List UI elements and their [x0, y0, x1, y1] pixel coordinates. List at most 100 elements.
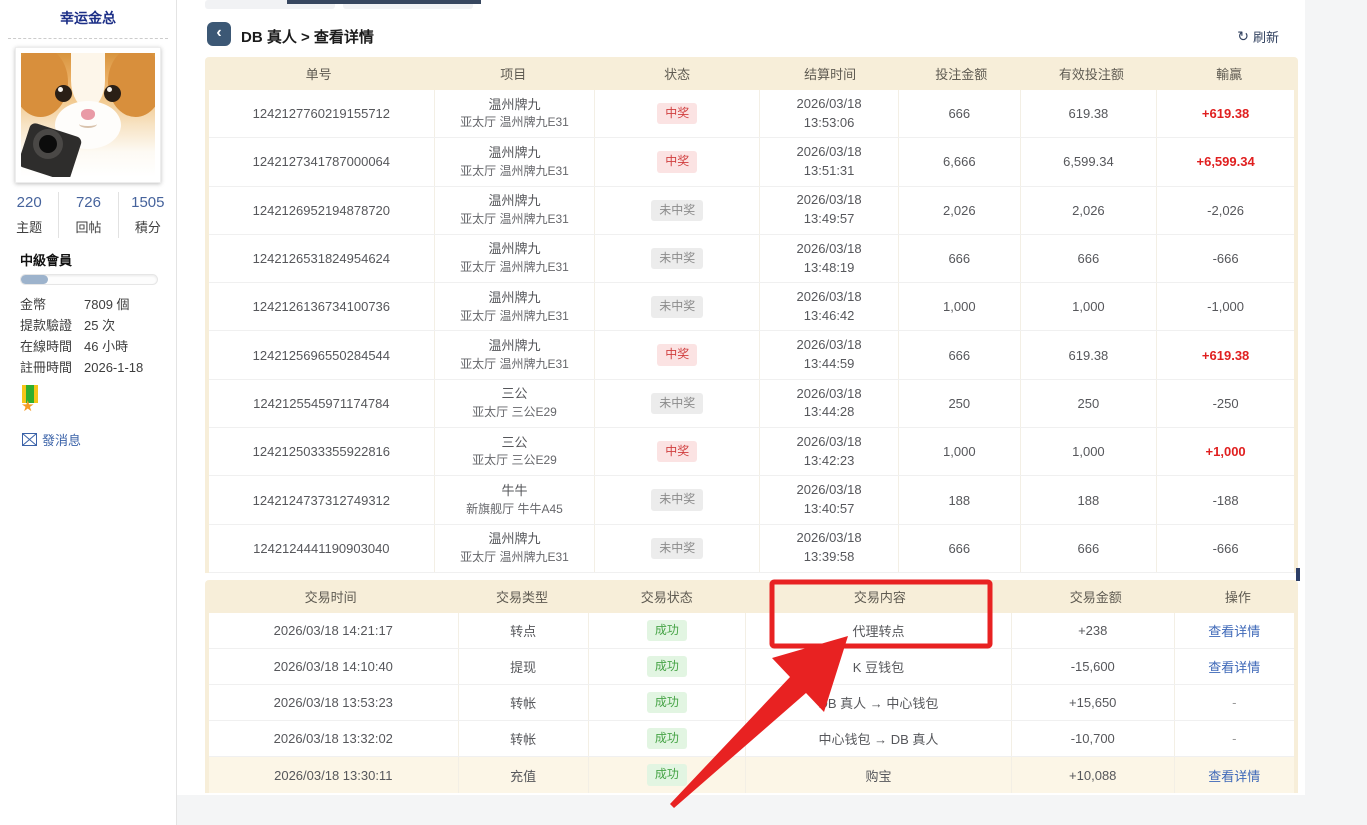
status-badge: 未中奖 — [651, 538, 703, 559]
txn-type: 转帐 — [459, 721, 589, 756]
bet-settle-time: 2026/03/18 13:44:28 — [760, 380, 899, 427]
status-badge: 未中奖 — [651, 248, 703, 269]
txn-action-cell: 查看详情 — [1175, 757, 1294, 793]
bet-settle-time: 2026/03/18 13:53:06 — [760, 90, 899, 137]
txn-type: 充值 — [459, 757, 589, 793]
status-badge: 未中奖 — [651, 200, 703, 221]
view-details-link[interactable]: 查看详情 — [1208, 657, 1260, 676]
bet-order-id: 1242125696550284544 — [209, 331, 435, 378]
avatar[interactable] — [15, 47, 161, 183]
stat-value: 726 — [59, 194, 117, 211]
username: 幸运金总 — [0, 0, 176, 28]
txn-table-row: 2026/03/18 14:10:40 提现 成功 K 豆钱包 -15,600 … — [209, 649, 1294, 685]
txn-content: 中心钱包 → DB 真人 — [746, 721, 1012, 756]
medal-icon: ★ — [22, 385, 42, 414]
bet-settle-time: 2026/03/18 13:51:31 — [760, 138, 899, 185]
stat-threads[interactable]: 220 主题 — [0, 192, 59, 238]
bet-records-table: 单号项目状态结算时间投注金额有效投注额輸贏 124212776021915571… — [205, 57, 1298, 573]
txn-status-cell: 成功 — [589, 721, 746, 756]
column-header: 状态 — [594, 57, 760, 90]
pagination-fragment[interactable] — [1296, 568, 1300, 581]
txn-action-cell: - — [1175, 685, 1294, 720]
bet-game-name: 三公 — [501, 434, 527, 453]
txn-type: 转点 — [459, 613, 589, 648]
bet-project: 温州牌九 亚太厅 温州牌九E31 — [435, 187, 596, 234]
success-badge: 成功 — [647, 728, 687, 749]
bet-valid-amount: 188 — [1021, 476, 1158, 523]
bet-table-row: 1242126952194878720 温州牌九 亚太厅 温州牌九E31 未中奖… — [209, 187, 1294, 235]
bet-order-id: 1242126531824954624 — [209, 235, 435, 282]
view-details-link[interactable]: 查看详情 — [1208, 766, 1260, 785]
bet-win-loss: -666 — [1157, 235, 1294, 282]
column-header: 投注金额 — [900, 57, 1022, 90]
view-details-link[interactable]: 查看详情 — [1208, 621, 1260, 640]
send-message-link[interactable]: 發消息 — [22, 430, 81, 449]
txn-time: 2026/03/18 14:21:17 — [209, 613, 459, 648]
bet-project: 温州牌九 亚太厅 温州牌九E31 — [435, 525, 596, 572]
status-badge: 中奖 — [657, 344, 697, 365]
bet-game-name: 温州牌九 — [488, 144, 540, 163]
bet-valid-amount: 1,000 — [1021, 283, 1158, 330]
column-header: 交易状态 — [588, 580, 746, 613]
bet-amount: 6,666 — [899, 138, 1021, 185]
bet-win-loss: +619.38 — [1157, 331, 1294, 378]
bet-win-loss: +1,000 — [1157, 428, 1294, 475]
txn-table-header: 交易时间交易类型交易状态交易内容交易金额操作 — [205, 580, 1298, 613]
txn-content: 购宝 — [746, 757, 1012, 793]
column-header: 交易类型 — [456, 580, 587, 613]
bet-hall-name: 亚太厅 温州牌九E31 — [460, 259, 569, 276]
stat-label: 積分 — [119, 217, 177, 236]
txn-content: K 豆钱包 — [746, 649, 1012, 684]
bet-hall-name: 亚太厅 温州牌九E31 — [460, 163, 569, 180]
bet-amount: 666 — [899, 525, 1021, 572]
settle-clock: 13:42:23 — [804, 452, 855, 471]
settle-date: 2026/03/18 — [797, 433, 862, 452]
column-header: 操作 — [1178, 580, 1298, 613]
send-message-label: 發消息 — [42, 430, 81, 449]
column-header: 结算时间 — [760, 57, 900, 90]
bet-settle-time: 2026/03/18 13:39:58 — [760, 525, 899, 572]
bet-hall-name: 亚太厅 三公E29 — [472, 452, 557, 469]
bet-status-cell: 未中奖 — [595, 283, 760, 330]
back-button[interactable]: ‹ — [207, 22, 231, 46]
status-badge: 中奖 — [657, 103, 697, 124]
settle-date: 2026/03/18 — [797, 336, 862, 355]
txn-status-cell: 成功 — [589, 613, 746, 648]
txn-status-cell: 成功 — [589, 757, 746, 793]
bet-status-cell: 未中奖 — [595, 476, 760, 523]
bet-settle-time: 2026/03/18 13:46:42 — [760, 283, 899, 330]
bet-game-name: 温州牌九 — [488, 337, 540, 356]
settle-clock: 13:53:06 — [804, 114, 855, 133]
settle-date: 2026/03/18 — [797, 143, 862, 162]
bet-amount: 1,000 — [899, 428, 1021, 475]
txn-table-row: 2026/03/18 13:53:23 转帐 成功 DB 真人 → 中心钱包 +… — [209, 685, 1294, 721]
bet-status-cell: 未中奖 — [595, 235, 760, 282]
txn-table-row: 2026/03/18 13:32:02 转帐 成功 中心钱包 → DB 真人 -… — [209, 721, 1294, 757]
back-chevron-icon: ‹ — [216, 25, 221, 41]
info-row-online-time: 在線時間 46 小時 — [20, 336, 165, 357]
no-action-dash: - — [1232, 695, 1236, 710]
bet-order-id: 1242125545971174784 — [209, 380, 435, 427]
bet-win-loss: -250 — [1157, 380, 1294, 427]
settle-date: 2026/03/18 — [797, 529, 862, 548]
stat-points[interactable]: 1505 積分 — [119, 192, 177, 238]
info-row-register-time: 註冊時間 2026-1-18 — [20, 357, 165, 378]
bet-settle-time: 2026/03/18 13:48:19 — [760, 235, 899, 282]
settle-clock: 13:46:42 — [804, 307, 855, 326]
bet-order-id: 1242127760219155712 — [209, 90, 435, 137]
no-action-dash: - — [1232, 731, 1236, 746]
bet-win-loss: -2,026 — [1157, 187, 1294, 234]
bet-table-row: 1242125696550284544 温州牌九 亚太厅 温州牌九E31 中奖 … — [209, 331, 1294, 379]
settle-date: 2026/03/18 — [797, 481, 862, 500]
member-level: 中級會員 — [20, 250, 72, 269]
main-content: ‹ DB 真人 > 查看详情 ↻ 刷新 单号项目状态结算时间投注金额有效投注额輸… — [177, 0, 1305, 795]
stat-replies[interactable]: 726 回帖 — [59, 192, 118, 238]
refresh-button[interactable]: ↻ 刷新 — [1237, 27, 1279, 46]
bet-game-name: 牛牛 — [501, 482, 527, 501]
txn-status-cell: 成功 — [589, 649, 746, 684]
column-header: 交易金额 — [1014, 580, 1178, 613]
bet-table-row: 1242126136734100736 温州牌九 亚太厅 温州牌九E31 未中奖… — [209, 283, 1294, 331]
bet-project: 温州牌九 亚太厅 温州牌九E31 — [435, 283, 596, 330]
cat-avatar-image — [21, 53, 155, 177]
txn-action-cell: 查看详情 — [1175, 613, 1294, 648]
